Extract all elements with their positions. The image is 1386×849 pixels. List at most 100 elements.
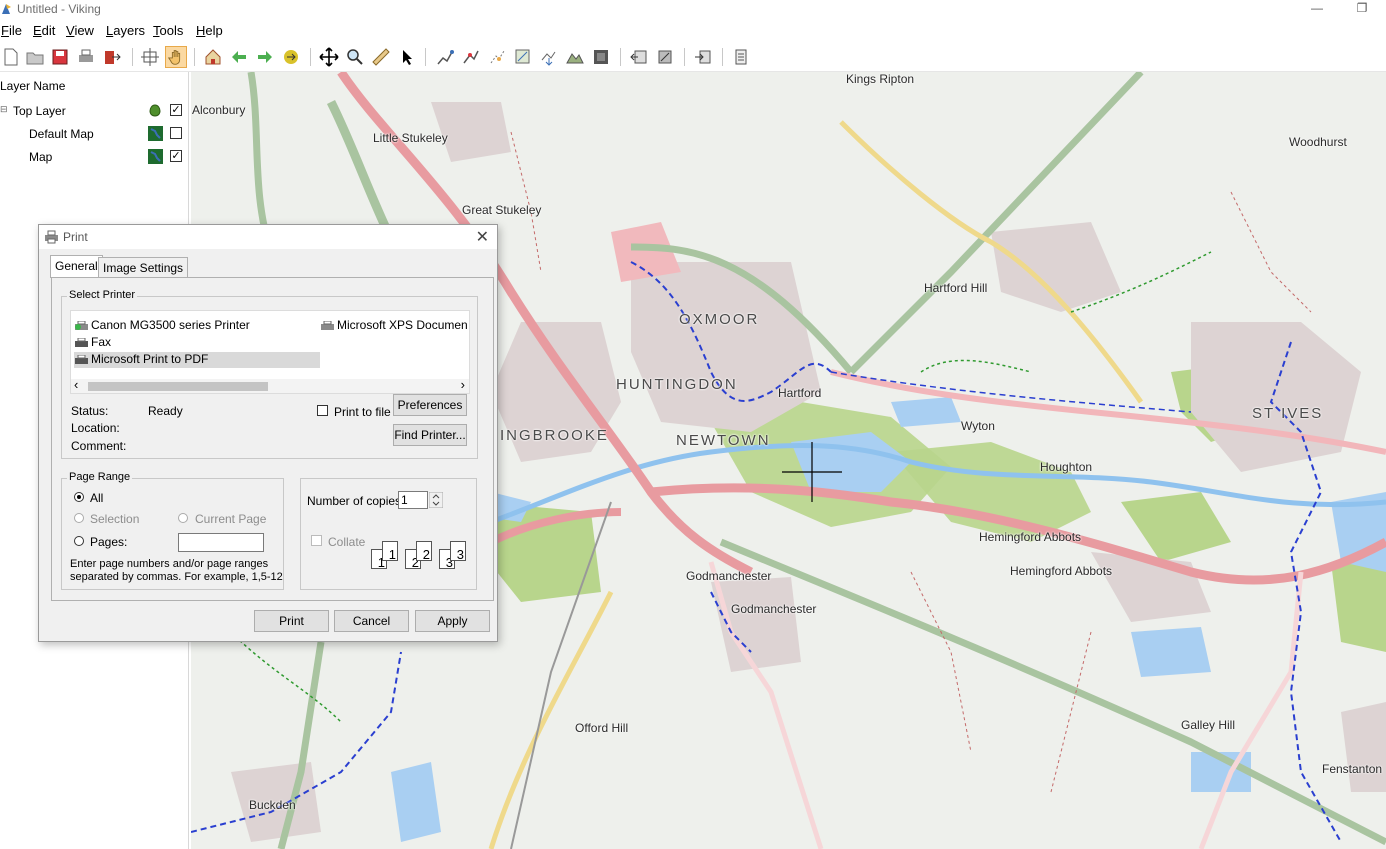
move-crosshair-icon[interactable] — [318, 46, 340, 68]
pages-label: Pages: — [90, 535, 128, 549]
place-label: Kings Ripton — [846, 72, 915, 86]
layer-row-map[interactable]: Map ✓ — [0, 146, 188, 168]
collate-label: Collate — [328, 535, 366, 549]
print-button[interactable]: Print — [254, 610, 329, 632]
waypoint-icon[interactable] — [486, 46, 508, 68]
layer-row-default-map[interactable]: Default Map — [0, 123, 188, 145]
toolbar — [0, 43, 1386, 72]
ruler-icon[interactable] — [370, 46, 392, 68]
back-arrow-icon[interactable] — [228, 46, 250, 68]
print-icon[interactable] — [75, 46, 97, 68]
tab-image-settings[interactable]: Image Settings — [98, 257, 189, 277]
printer-icon — [75, 354, 88, 364]
viking-app-icon — [2, 4, 11, 14]
dem-download-icon[interactable] — [564, 46, 586, 68]
printer-list-scrollbar[interactable]: ‹ › — [71, 377, 469, 393]
map-download-icon[interactable] — [538, 46, 560, 68]
selection-label: Selection — [90, 512, 140, 526]
layer-name: Map — [29, 150, 53, 164]
toolbar-separator — [425, 48, 426, 66]
printer-item[interactable]: Fax — [74, 335, 320, 351]
save-icon[interactable] — [49, 46, 71, 68]
pan-hand-icon[interactable] — [165, 46, 187, 68]
fax-icon — [75, 337, 88, 347]
select-printer-label: Select Printer — [67, 289, 138, 301]
layer-tool-icon[interactable] — [590, 46, 612, 68]
toolbar-separator — [722, 48, 723, 66]
place-label: Woodhurst — [1289, 135, 1347, 149]
georef-icon[interactable] — [512, 46, 534, 68]
printer-item-selected[interactable]: Microsoft Print to PDF — [74, 352, 320, 368]
location-label: Location: — [71, 421, 120, 435]
all-pages-label: All — [90, 491, 104, 505]
printer-list[interactable]: Canon MG3500 series Printer Microsoft XP… — [70, 310, 470, 394]
layer-visibility-checkbox[interactable] — [170, 127, 182, 139]
general-tab-page: Select Printer Canon MG3500 series Print… — [51, 277, 494, 601]
minimize-button[interactable]: — — [1302, 0, 1332, 18]
pages-radio[interactable] — [74, 536, 84, 546]
print-dialog: Print ✕ General Image Settings Select Pr… — [38, 224, 498, 642]
home-icon[interactable] — [202, 46, 224, 68]
copies-spinner[interactable] — [429, 492, 443, 508]
menu-edit[interactable]: Edit — [33, 23, 55, 38]
place-label: Alconbury — [192, 103, 246, 117]
layer-visibility-checkbox[interactable]: ✓ — [170, 104, 182, 116]
comment-label: Comment: — [71, 439, 127, 453]
printer-icon — [321, 320, 334, 330]
menu-layers[interactable]: Layers — [106, 23, 145, 38]
scrollbar-thumb[interactable] — [88, 382, 268, 391]
current-page-radio[interactable] — [178, 513, 188, 523]
layer-row-top-layer[interactable]: ⊟ Top Layer ✓ — [0, 100, 188, 122]
layer-import-icon[interactable] — [692, 46, 714, 68]
page-range-hint: Enter page numbers and/or page ranges — [70, 558, 269, 570]
scroll-left-icon[interactable]: ‹ — [74, 377, 78, 392]
toolbar-separator — [684, 48, 685, 66]
menu-file[interactable]: File — [1, 23, 22, 38]
town-label: ST IVES — [1252, 405, 1324, 422]
print-to-file-label: Print to file — [334, 405, 391, 419]
page-range-hint: separated by commas. For example, 1,5-12 — [70, 571, 283, 583]
route-create-icon[interactable] — [434, 46, 456, 68]
printer-item[interactable]: Microsoft XPS Documen — [320, 318, 469, 334]
tab-general[interactable]: General — [50, 255, 103, 278]
apply-button[interactable]: Apply — [415, 610, 490, 632]
print-to-file-checkbox[interactable] — [317, 405, 328, 416]
map-export-icon[interactable] — [628, 46, 650, 68]
layer-visibility-checkbox[interactable]: ✓ — [170, 150, 182, 162]
place-label: Offord Hill — [575, 721, 629, 735]
collapse-icon[interactable]: ⊟ — [0, 104, 8, 114]
track-edit-icon[interactable] — [460, 46, 482, 68]
collate-checkbox[interactable] — [311, 535, 322, 546]
menu-tools[interactable]: Tools — [153, 23, 183, 38]
new-file-icon[interactable] — [0, 46, 22, 68]
properties-icon[interactable] — [730, 46, 752, 68]
aggregate-layer-icon — [149, 104, 161, 117]
menu-help[interactable]: Help — [196, 23, 223, 38]
zoom-icon[interactable] — [344, 46, 366, 68]
scroll-right-icon[interactable]: › — [461, 377, 465, 392]
layer-export-icon[interactable] — [654, 46, 676, 68]
all-pages-radio[interactable] — [74, 492, 84, 502]
preferences-button[interactable]: Preferences — [393, 394, 467, 416]
place-label: Little Stukeley — [373, 131, 448, 145]
zoom-to-fit-icon[interactable] — [139, 46, 161, 68]
pages-input[interactable] — [178, 533, 264, 552]
printer-item[interactable]: Canon MG3500 series Printer — [74, 318, 320, 334]
open-folder-icon[interactable] — [24, 46, 46, 68]
town-label: OXMOOR — [679, 311, 760, 328]
find-printer-button[interactable]: Find Printer... — [393, 424, 467, 446]
forward-arrow-icon[interactable] — [254, 46, 276, 68]
exit-icon[interactable] — [101, 46, 123, 68]
copies-input[interactable]: 1 — [398, 491, 428, 509]
close-icon[interactable]: ✕ — [476, 227, 489, 247]
dialog-title: Print — [63, 230, 88, 244]
place-label: Godmanchester — [731, 602, 817, 616]
goto-icon[interactable] — [280, 46, 302, 68]
menu-view[interactable]: View — [66, 23, 94, 38]
selection-radio[interactable] — [74, 513, 84, 523]
select-pointer-icon[interactable] — [396, 46, 418, 68]
restore-button[interactable]: ❐ — [1347, 0, 1377, 18]
cancel-button[interactable]: Cancel — [334, 610, 409, 632]
layers-column-header: Layer Name — [0, 79, 66, 93]
toolbar-separator — [310, 48, 311, 66]
